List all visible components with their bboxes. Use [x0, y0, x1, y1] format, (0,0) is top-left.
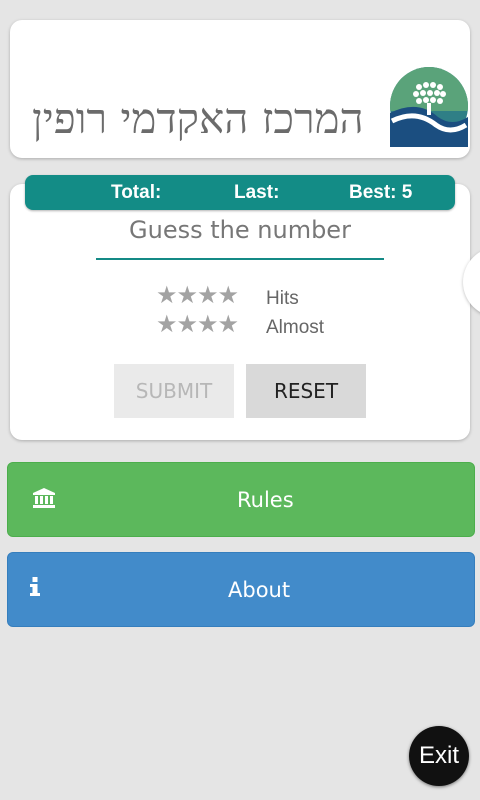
total-label: Total: — [111, 182, 162, 203]
college-name: המרכז האקדמי רופין — [32, 94, 364, 143]
last-label: Last: — [234, 182, 280, 203]
about-button[interactable]: About — [7, 552, 475, 627]
rules-label: Rules — [237, 488, 294, 512]
scoreboard: Total: Last: Best: 5 — [25, 175, 455, 210]
almost-label: Almost — [266, 317, 325, 338]
institution-icon — [33, 488, 55, 508]
reset-button[interactable]: RESET — [246, 364, 366, 418]
hits-label: Hits — [266, 288, 299, 309]
best-label: Best: 5 — [349, 182, 413, 203]
info-icon — [30, 577, 40, 596]
about-label: About — [228, 578, 291, 602]
hits-stars-icon: ★★★★ — [156, 282, 239, 309]
rules-button[interactable]: Rules — [7, 462, 475, 537]
submit-button[interactable]: SUBMIT — [114, 364, 234, 418]
guess-input[interactable]: Guess the number — [96, 216, 384, 244]
guess-input-underline — [96, 258, 384, 260]
ruppin-logo — [390, 67, 468, 147]
header-card: המרכז האקדמי רופין — [10, 20, 470, 158]
exit-button[interactable]: Exit — [409, 726, 469, 786]
almost-stars-icon: ★★★★ — [156, 311, 239, 338]
